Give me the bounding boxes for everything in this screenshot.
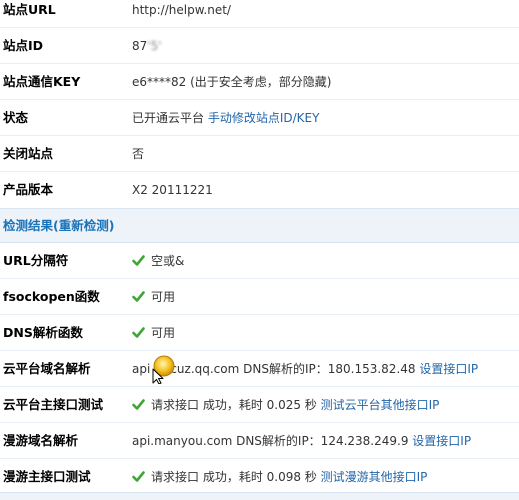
url-separator-value-wrap: 空或& xyxy=(132,243,184,279)
dns-function-value: 可用 xyxy=(151,326,176,340)
fsockopen-value: 可用 xyxy=(151,290,176,304)
fsockopen-value-wrap: 可用 xyxy=(132,279,175,315)
cloud-domain-label: 云平台域名解析 xyxy=(3,361,91,376)
footer-band xyxy=(0,492,519,500)
set-cloud-ip-link[interactable]: 设置接口IP xyxy=(419,362,478,376)
check-results-title[interactable]: 检测结果(重新检测) xyxy=(3,209,114,242)
row-dns-function: DNS解析函数 可用 xyxy=(0,315,519,351)
url-separator-label: URL分隔符 xyxy=(3,253,69,268)
row-site-url: 站点URL http://helpw.net/ xyxy=(0,0,519,28)
site-id-label: 站点ID xyxy=(3,38,44,53)
fsockopen-label: fsockopen函数 xyxy=(3,289,100,304)
row-cloud-domain: 云平台域名解析 api cuz.qq.com DNS解析的IP：180.153.8… xyxy=(0,351,519,387)
status-label: 状态 xyxy=(3,110,29,125)
version-label: 产品版本 xyxy=(3,182,54,197)
check-icon xyxy=(132,471,145,482)
cursor-icon xyxy=(152,355,175,384)
test-manyou-other-ip-link[interactable]: 测试漫游其他接口IP xyxy=(321,470,428,484)
site-url-label: 站点URL xyxy=(3,2,56,17)
manyou-domain-value: api.manyou.com DNS解析的IP：124.238.249.9 xyxy=(132,434,413,448)
site-url-value: http://helpw.net/ xyxy=(132,3,231,17)
closed-value: 否 xyxy=(132,147,145,161)
check-icon xyxy=(132,255,145,266)
site-key-value: e6****82 (出于安全考虑，部分隐藏) xyxy=(132,75,332,89)
status-value: 已开通云平台 xyxy=(132,111,208,125)
dns-function-value-wrap: 可用 xyxy=(132,315,175,351)
row-fsockopen: fsockopen函数 可用 xyxy=(0,279,519,315)
cloud-api-label: 云平台主接口测试 xyxy=(3,397,104,412)
manyou-api-value-wrap: 请求接口 成功，耗时 0.098 秒 测试漫游其他接口IP xyxy=(132,459,427,495)
settings-table: 站点URL http://helpw.net/ 站点ID 87'5' 站点通信K… xyxy=(0,0,519,495)
row-site-key: 站点通信KEY e6****82 (出于安全考虑，部分隐藏) xyxy=(0,64,519,100)
row-cloud-api: 云平台主接口测试 请求接口 成功，耗时 0.025 秒 测试云平台其他接口IP xyxy=(0,387,519,423)
check-icon xyxy=(132,399,145,410)
row-closed: 关闭站点 否 xyxy=(0,136,519,172)
check-results-header: 检测结果(重新检测) xyxy=(0,208,519,243)
row-site-id: 站点ID 87'5' xyxy=(0,28,519,64)
status-value-wrap: 已开通云平台 手动修改站点ID/KEY xyxy=(132,100,319,136)
site-key-label: 站点通信KEY xyxy=(3,74,81,89)
row-manyou-api: 漫游主接口测试 请求接口 成功，耗时 0.098 秒 测试漫游其他接口IP xyxy=(0,459,519,495)
check-icon xyxy=(132,291,145,302)
site-id-blurred: '5' xyxy=(147,39,162,53)
cloud-domain-value-wrap: api cuz.qq.com DNS解析的IP：180.153.82.48 设置接… xyxy=(132,351,478,387)
cloud-api-value-wrap: 请求接口 成功，耗时 0.025 秒 测试云平台其他接口IP xyxy=(132,387,439,423)
cloud-domain-prefix: api xyxy=(132,362,151,376)
manyou-api-label: 漫游主接口测试 xyxy=(3,469,91,484)
site-id-value: 87 xyxy=(132,39,148,53)
version-value: X2 20111221 xyxy=(132,183,213,197)
url-separator-value: 空或& xyxy=(151,254,185,268)
cloud-domain-value: cuz.qq.com DNS解析的IP：180.153.82.48 xyxy=(170,362,420,376)
dns-function-label: DNS解析函数 xyxy=(3,325,83,340)
edit-site-key-link[interactable]: 手动修改站点ID/KEY xyxy=(208,111,320,125)
set-manyou-ip-link[interactable]: 设置接口IP xyxy=(412,434,471,448)
manyou-domain-value-wrap: api.manyou.com DNS解析的IP：124.238.249.9 设置… xyxy=(132,423,471,459)
row-status: 状态 已开通云平台 手动修改站点ID/KEY xyxy=(0,100,519,136)
test-cloud-other-ip-link[interactable]: 测试云平台其他接口IP xyxy=(321,398,440,412)
site-id-value-wrap: 87'5' xyxy=(132,28,162,64)
manyou-api-value: 请求接口 成功，耗时 0.098 秒 xyxy=(151,470,321,484)
row-version: 产品版本 X2 20111221 xyxy=(0,172,519,208)
row-url-separator: URL分隔符 空或& xyxy=(0,243,519,279)
row-manyou-domain: 漫游域名解析 api.manyou.com DNS解析的IP：124.238.2… xyxy=(0,423,519,459)
cloud-api-value: 请求接口 成功，耗时 0.025 秒 xyxy=(151,398,321,412)
manyou-domain-label: 漫游域名解析 xyxy=(3,433,79,448)
closed-label: 关闭站点 xyxy=(3,146,54,161)
check-icon xyxy=(132,327,145,338)
